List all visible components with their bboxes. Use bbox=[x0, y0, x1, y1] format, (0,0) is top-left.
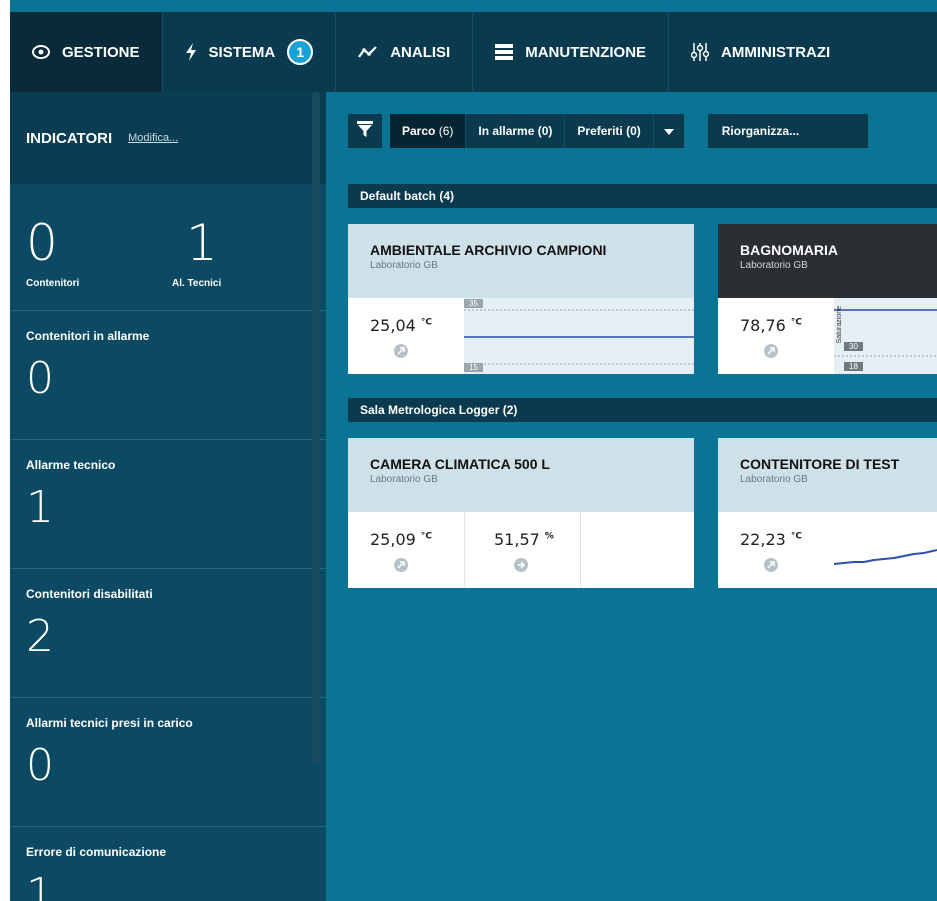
technical-alarms-label: Al. Tecnici bbox=[172, 278, 222, 289]
trend-arrow-icon bbox=[764, 344, 778, 358]
chart-tick-label: 30 bbox=[844, 342, 863, 351]
nav-analisi-label: ANALISI bbox=[390, 43, 451, 61]
card-location: Laboratorio GB bbox=[370, 260, 438, 271]
filter-button[interactable] bbox=[348, 114, 382, 148]
funnel-icon bbox=[357, 120, 373, 142]
mini-chart: 35 15 bbox=[464, 298, 694, 374]
indicators-panel: INDICATORI Modifica... 0 Contenitori 1 A… bbox=[10, 92, 326, 901]
chart-axis-label: Saturazione bbox=[836, 306, 843, 344]
card-name: AMBIENTALE ARCHIVIO CAMPIONI bbox=[370, 242, 607, 258]
indicators-title: INDICATORI bbox=[26, 129, 113, 147]
sliders-icon bbox=[691, 43, 710, 61]
tab-in-allarme[interactable]: In allarme (0) bbox=[466, 114, 566, 148]
chart-tick-label: 35 bbox=[464, 299, 483, 308]
measurement-value: 25,04 °C bbox=[370, 316, 433, 335]
contenitori-count: 0 bbox=[26, 214, 58, 272]
card-header: CONTENITORE DI TEST Laboratorio GB bbox=[718, 438, 937, 512]
nav-sistema[interactable]: SISTEMA 1 bbox=[163, 12, 337, 92]
card-header: BAGNOMARIA Laboratorio GB bbox=[718, 224, 937, 298]
nav-gestione-label: GESTIONE bbox=[62, 43, 140, 61]
mini-chart: Saturazione 30 18 bbox=[834, 298, 937, 374]
indicator-tile[interactable]: Contenitori in allarme 0 bbox=[10, 310, 326, 439]
reorganize-button[interactable]: Riorganizza... bbox=[707, 114, 868, 148]
indicator-label: Contenitori disabilitati bbox=[26, 587, 153, 601]
top-nav: GESTIONE SISTEMA 1 ANALISI MANUTENZIONE bbox=[10, 12, 937, 92]
tab-preferiti[interactable]: Preferiti (0) bbox=[565, 114, 654, 148]
tab-parco[interactable]: Parco (6) bbox=[390, 114, 467, 148]
nav-gestione[interactable]: GESTIONE bbox=[10, 12, 163, 92]
indicator-value: 2 bbox=[26, 611, 54, 662]
card-name: CONTENITORE DI TEST bbox=[740, 456, 900, 472]
notification-badge: 1 bbox=[287, 39, 314, 65]
contenitori-label: Contenitori bbox=[26, 278, 80, 289]
indicator-label: Contenitori in allarme bbox=[26, 329, 150, 343]
indicator-tile[interactable]: Allarmi tecnici presi in carico 0 bbox=[10, 697, 326, 826]
card-header: CAMERA CLIMATICA 500 L Laboratorio GB bbox=[348, 438, 694, 512]
card-location: Laboratorio GB bbox=[740, 260, 808, 271]
filter-tabs: Parco (6) In allarme (0) Preferiti (0) bbox=[390, 114, 684, 148]
indicators-header: INDICATORI Modifica... bbox=[10, 92, 326, 184]
container-card[interactable]: CAMERA CLIMATICA 500 L Laboratorio GB 25… bbox=[348, 438, 694, 588]
indicator-value: 0 bbox=[26, 740, 54, 791]
edit-indicators-link[interactable]: Modifica... bbox=[128, 132, 178, 144]
indicator-summary[interactable]: 0 Contenitori 1 Al. Tecnici bbox=[10, 184, 326, 310]
container-card[interactable]: BAGNOMARIA Laboratorio GB 78,76 °C Satur… bbox=[718, 224, 937, 374]
indicator-tile[interactable]: Allarme tecnico 1 bbox=[10, 439, 326, 568]
card-body: 25,09 °C 51,57 % bbox=[348, 512, 694, 588]
mini-chart bbox=[834, 512, 937, 588]
container-card[interactable]: CONTENITORE DI TEST Laboratorio GB 22,23… bbox=[718, 438, 937, 588]
tab-parco-count: (6) bbox=[438, 124, 454, 138]
indicators-scrollbar[interactable] bbox=[312, 92, 320, 762]
nav-amministrazione[interactable]: AMMINISTRAZI bbox=[669, 12, 852, 92]
card-header: AMBIENTALE ARCHIVIO CAMPIONI Laboratorio… bbox=[348, 224, 694, 298]
filter-bar: Parco (6) In allarme (0) Preferiti (0) R… bbox=[348, 100, 868, 162]
chart-tick-label: 15 bbox=[464, 363, 483, 372]
card-body: 25,04 °C 35 15 bbox=[348, 298, 694, 374]
indicator-tile[interactable]: Contenitori disabilitati 2 bbox=[10, 568, 326, 697]
nav-amministrazione-label: AMMINISTRAZI bbox=[721, 43, 831, 61]
indicator-label: Errore di comunicazione bbox=[26, 845, 167, 859]
indicator-label: Allarme tecnico bbox=[26, 458, 116, 472]
lightning-icon bbox=[185, 43, 197, 61]
caret-down-icon bbox=[663, 122, 674, 140]
card-body: 22,23 °C bbox=[718, 512, 937, 588]
card-name: BAGNOMARIA bbox=[740, 242, 838, 258]
measurement-value: 78,76 °C bbox=[740, 316, 803, 335]
tabs-dropdown[interactable] bbox=[654, 114, 684, 148]
trend-arrow-icon bbox=[394, 558, 408, 572]
indicator-value: 0 bbox=[26, 353, 54, 404]
container-card[interactable]: AMBIENTALE ARCHIVIO CAMPIONI Laboratorio… bbox=[348, 224, 694, 374]
nav-analisi[interactable]: ANALISI bbox=[336, 12, 474, 92]
chart-tick-label: 18 bbox=[844, 362, 863, 371]
nav-manutenzione-label: MANUTENZIONE bbox=[525, 43, 647, 61]
card-name: CAMERA CLIMATICA 500 L bbox=[370, 456, 550, 472]
group-header[interactable]: Sala Metrologica Logger (2) bbox=[348, 398, 937, 422]
indicator-tile[interactable]: Errore di comunicazione 1 bbox=[10, 826, 326, 901]
server-icon bbox=[495, 44, 514, 60]
measurement-value: 22,23 °C bbox=[740, 530, 803, 549]
indicator-value: 1 bbox=[26, 482, 54, 533]
measurement-value: 25,09 °C bbox=[370, 530, 433, 549]
group-header[interactable]: Default batch (4) bbox=[348, 184, 937, 208]
technical-alarms-count: 1 bbox=[186, 214, 218, 272]
trend-arrow-icon bbox=[394, 344, 408, 358]
nav-sistema-label: SISTEMA bbox=[208, 43, 276, 61]
card-body: 78,76 °C Saturazione 30 18 bbox=[718, 298, 937, 374]
card-location: Laboratorio GB bbox=[370, 474, 438, 485]
eye-icon bbox=[32, 45, 50, 59]
tab-parco-label: Parco bbox=[402, 124, 436, 138]
humidity-value: 51,57 % bbox=[494, 530, 554, 549]
right-arrow-icon bbox=[514, 558, 528, 572]
nav-manutenzione[interactable]: MANUTENZIONE bbox=[473, 12, 670, 92]
trend-arrow-icon bbox=[764, 558, 778, 572]
indicator-value: 1 bbox=[26, 869, 54, 901]
indicator-label: Allarmi tecnici presi in carico bbox=[26, 716, 193, 730]
trend-line-icon bbox=[358, 45, 378, 59]
card-location: Laboratorio GB bbox=[740, 474, 808, 485]
app-frame: GESTIONE SISTEMA 1 ANALISI MANUTENZIONE bbox=[10, 0, 937, 901]
